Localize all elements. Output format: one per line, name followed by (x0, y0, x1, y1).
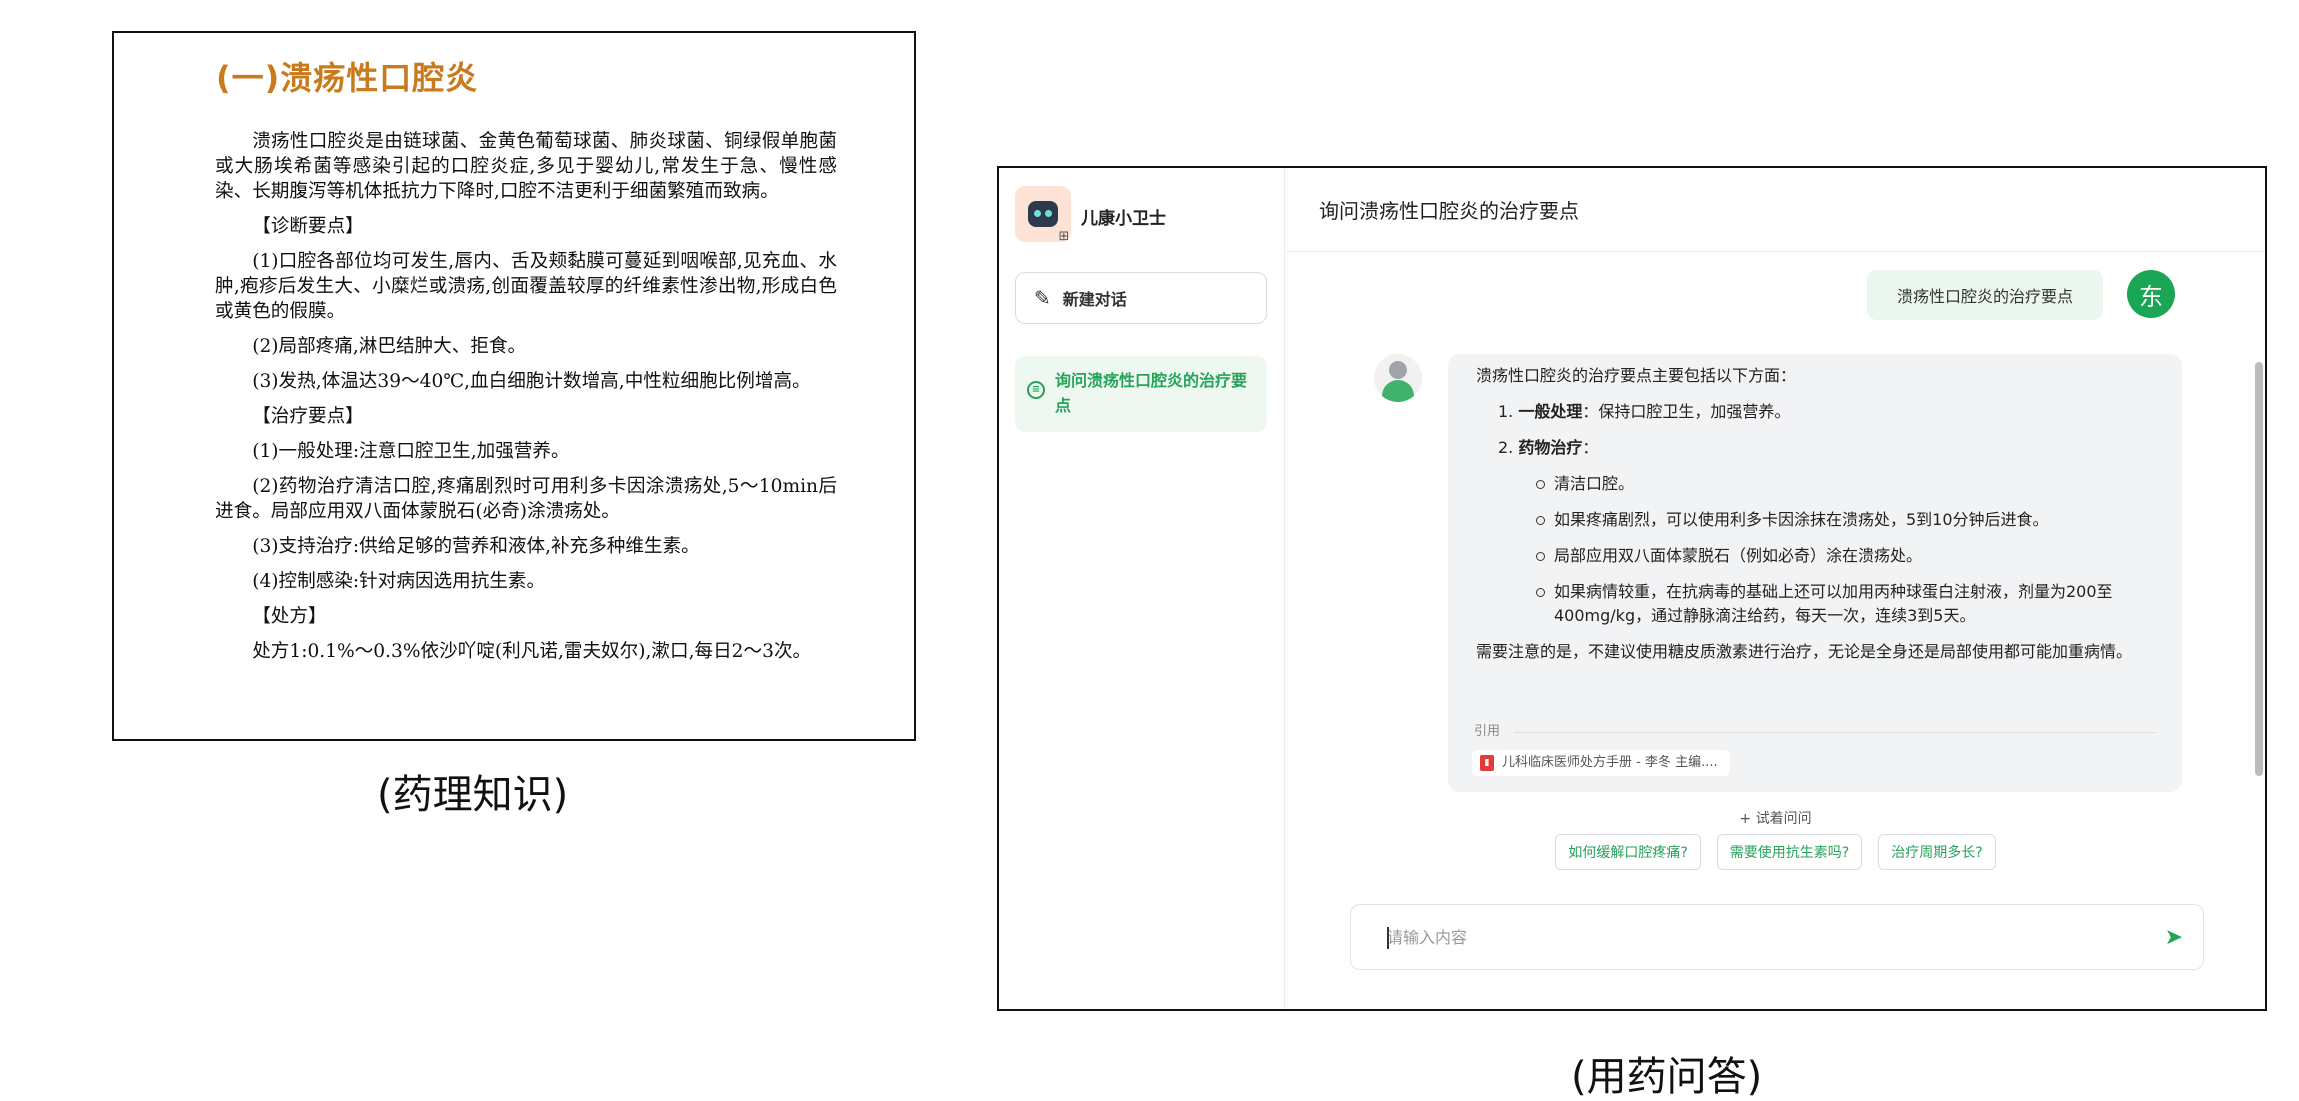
item-text: ： (1582, 438, 1599, 457)
doc-section-heading: 【处方】 (252, 606, 327, 627)
suggestion-chip[interactable]: 治疗周期多长? (1878, 834, 1996, 870)
assistant-answer: 溃疡性口腔炎的治疗要点主要包括以下方面： 1. 一般处理：保持口腔卫生，加强营养… (1448, 354, 2182, 792)
scrollbar[interactable] (2255, 362, 2263, 776)
bot-avatar (1374, 354, 1422, 402)
answer-intro: 溃疡性口腔炎的治疗要点主要包括以下方面： (1476, 366, 1797, 385)
history-item[interactable]: ≡ 询问溃疡性口腔炎的治疗要点 (1015, 356, 1267, 432)
doc-paragraph: 处方1:0.1%～0.3%依沙吖啶(利凡诺,雷夫奴尔),漱口,每日2～3次。 (252, 641, 812, 662)
answer-note: 需要注意的是，不建议使用糖皮质激素进行治疗，无论是全身还是局部使用都可能加重病情… (1476, 642, 2133, 661)
message-input[interactable] (1387, 927, 2155, 947)
caption-pharmacology: (药理知识) (377, 772, 569, 818)
citation-text: 儿科临床医师处方手册 - 李冬 主编.... (1502, 755, 1718, 770)
try-ask-label: + 试着问问 (1739, 811, 1812, 827)
answer-bullet: 局部应用双八面体蒙脱石（例如必奇）涂在溃疡处。 (1476, 544, 2154, 568)
brand-name: 儿康小卫士 (1081, 209, 1166, 229)
answer-item-2: 2. 药物治疗： (1476, 436, 2154, 460)
doc-paragraph: (1)一般处理:注意口腔卫生,加强营养。 (252, 441, 570, 462)
conversation-title: 询问溃疡性口腔炎的治疗要点 (1286, 168, 2265, 252)
doc-paragraph: (1)口腔各部位均可发生,唇内、舌及颊黏膜可蔓延到咽喉部,见充血、水肿,疱疹后发… (215, 251, 837, 322)
doc-paragraph: (4)控制感染:针对病因选用抗生素。 (252, 571, 546, 592)
grid-icon[interactable]: ⊞ (1057, 230, 1071, 244)
citation-chip[interactable]: ▮ 儿科临床医师处方手册 - 李冬 主编.... (1472, 750, 1730, 776)
item-heading: 药物治疗 (1518, 438, 1583, 457)
pencil-icon: ✎ (1034, 286, 1051, 310)
doc-paragraph: (3)支持治疗:供给足够的营养和液体,补充多种维生素。 (252, 536, 700, 557)
answer-bullet: 如果疼痛剧烈，可以使用利多卡因涂抹在溃疡处，5到10分钟后进食。 (1476, 508, 2154, 532)
item-heading: 一般处理 (1518, 402, 1583, 421)
citation-divider: 引用 (1474, 720, 2156, 744)
send-icon[interactable]: ➤ (2165, 925, 2183, 950)
doc-section-heading: 【治疗要点】 (252, 406, 364, 427)
answer-item-1: 1. 一般处理：保持口腔卫生，加强营养。 (1476, 400, 2154, 424)
history-item-label: 询问溃疡性口腔炎的治疗要点 (1055, 371, 1248, 415)
citation-label: 引用 (1474, 724, 1501, 739)
chat-main: 询问溃疡性口腔炎的治疗要点 溃疡性口腔炎的治疗要点 东 溃疡性口腔炎的治疗要点主… (1286, 168, 2265, 1009)
new-chat-button[interactable]: ✎ 新建对话 (1015, 272, 1267, 324)
caption-medication-qa: (用药问答) (1571, 1054, 1763, 1100)
new-chat-label: 新建对话 (1062, 290, 1127, 309)
text-cursor (1387, 927, 1389, 949)
answer-bullet: 如果病情较重，在抗病毒的基础上还可以加用丙种球蛋白注射液，剂量为200至400m… (1476, 580, 2154, 628)
chat-app-window: ⊞ 儿康小卫士 ✎ 新建对话 ≡ 询问溃疡性口腔炎的治疗要点 询问溃疡性口腔炎的… (997, 166, 2267, 1011)
doc-paragraph: (2)局部疼痛,淋巴结肿大、拒食。 (252, 336, 527, 357)
answer-bullet: 清洁口腔。 (1476, 472, 2154, 496)
item-number: 2. (1498, 438, 1514, 457)
document-body: 溃疡性口腔炎是由链球菌、金黄色葡萄球菌、肺炎球菌、铜绿假单胞菌或大肠埃希菌等感染… (215, 129, 837, 674)
item-text: ：保持口腔卫生，加强营养。 (1582, 402, 1791, 421)
chat-bubble-icon: ≡ (1027, 381, 1045, 399)
suggestions: 如何缓解口腔疼痛? 需要使用抗生素吗? 治疗周期多长? (1286, 834, 2265, 870)
user-avatar[interactable]: 东 (2127, 270, 2175, 318)
doc-paragraph: (2)药物治疗清洁口腔,疼痛剧烈时可用利多卡因涂溃疡处,5～10min后进食。局… (215, 476, 837, 522)
suggestion-chip[interactable]: 需要使用抗生素吗? (1716, 834, 1863, 870)
user-message: 溃疡性口腔炎的治疗要点 (1866, 270, 2103, 320)
item-number: 1. (1498, 402, 1514, 421)
suggestion-chip[interactable]: 如何缓解口腔疼痛? (1555, 834, 1701, 870)
message-input-box[interactable]: ➤ (1350, 904, 2204, 970)
doc-paragraph: 溃疡性口腔炎是由链球菌、金黄色葡萄球菌、肺炎球菌、铜绿假单胞菌或大肠埃希菌等感染… (215, 131, 837, 202)
doc-section-heading: 【诊断要点】 (252, 216, 364, 237)
document-page: (一)溃疡性口腔炎 溃疡性口腔炎是由链球菌、金黄色葡萄球菌、肺炎球菌、铜绿假单胞… (112, 31, 916, 741)
sidebar: ⊞ 儿康小卫士 ✎ 新建对话 ≡ 询问溃疡性口腔炎的治疗要点 (999, 168, 1285, 1009)
doc-paragraph: (3)发热,体温达39～40℃,血白细胞计数增高,中性粒细胞比例增高。 (252, 371, 811, 392)
pdf-icon: ▮ (1480, 755, 1494, 771)
document-title: (一)溃疡性口腔炎 (216, 59, 479, 97)
